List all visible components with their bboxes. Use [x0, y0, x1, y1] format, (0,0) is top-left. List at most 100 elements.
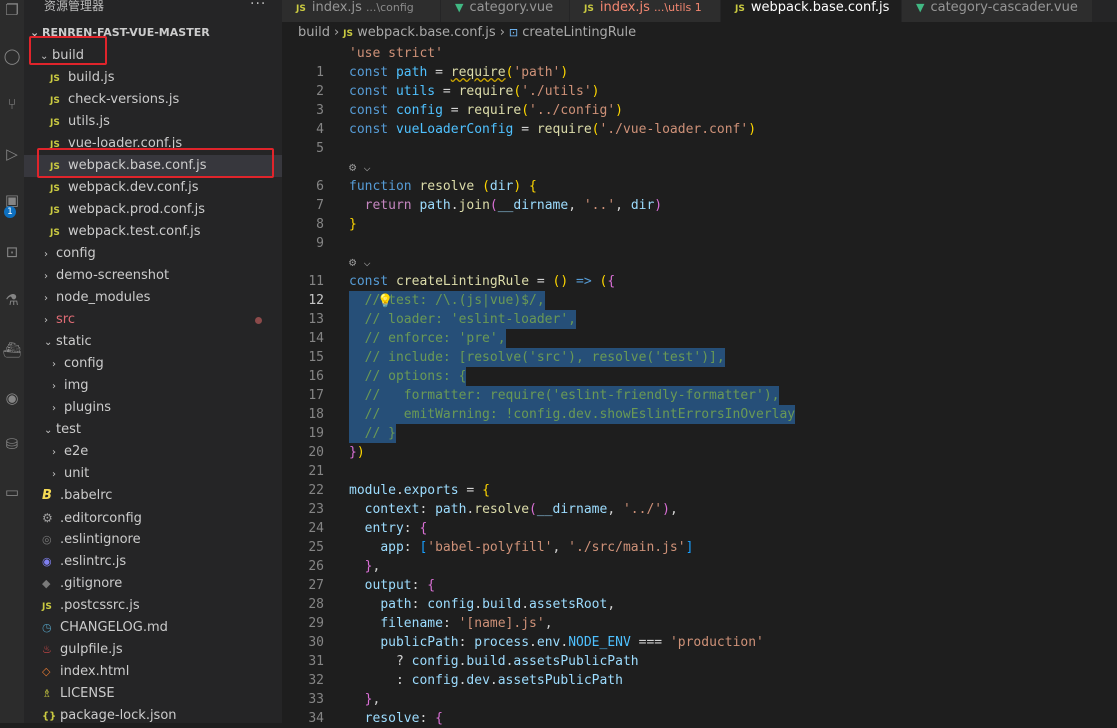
line-number: 17 [308, 388, 324, 403]
breadcrumb-folder[interactable]: build [298, 25, 330, 40]
code-line: 28 path: config.build.assetsRoot, [282, 595, 1117, 614]
code-text-selected: // enforce: 'pre', [349, 329, 506, 348]
code-text: const config = require('../config') [349, 103, 623, 118]
explorer-icon[interactable]: ❐ [2, 0, 22, 20]
tree-folder[interactable]: › e2e [24, 441, 282, 463]
code-line: 21 [282, 462, 1117, 481]
tree-item-label: src [56, 312, 75, 327]
json-icon: {} [42, 711, 57, 722]
line-number: 30 [308, 635, 324, 650]
breadcrumb-file[interactable]: webpack.base.conf.js [357, 25, 496, 40]
code-line: 4 const vueLoaderConfig = require('./vue-… [282, 120, 1117, 139]
tree-file[interactable]: ♨ gulpfile.js [24, 639, 282, 661]
chevron-right-icon: › [44, 271, 48, 282]
testing-icon[interactable]: ⚗ [2, 290, 22, 310]
tree-file[interactable]: JS .postcssrc.js [24, 595, 282, 617]
database-icon[interactable]: ⛁ [2, 434, 22, 454]
tab-index-config[interactable]: JS index.js ...\config [282, 0, 441, 22]
docker-icon[interactable]: ⛴ [2, 340, 22, 360]
tree-file[interactable]: ◷ CHANGELOG.md [24, 617, 282, 639]
tree-folder[interactable]: › unit [24, 463, 282, 485]
tree-file[interactable]: ⚙ .editorconfig [24, 507, 282, 529]
remote-explorer-icon[interactable]: ⊡ [2, 242, 22, 262]
tree-file[interactable]: ◆ .gitignore [24, 573, 282, 595]
code-line: 30 publicPath: process.env.NODE_ENV === … [282, 633, 1117, 652]
line-number: 15 [308, 350, 324, 365]
js-file-icon: JS [584, 4, 594, 14]
tree-file[interactable]: ◉ .eslintrc.js [24, 551, 282, 573]
tab-index-utils[interactable]: JS index.js ...\utils 1 [570, 0, 721, 22]
github-icon[interactable]: ◉ [2, 388, 22, 408]
tree-folder-src[interactable]: › src [24, 309, 282, 331]
code-line: 19 // } [282, 424, 1117, 443]
breadcrumb-symbol[interactable]: createLintingRule [522, 25, 636, 40]
terminal-icon[interactable]: ▭ [2, 482, 22, 502]
tree-item-label: build.js [68, 70, 115, 85]
tree-folder[interactable]: › plugins [24, 397, 282, 419]
vue-file-icon: ▼ [455, 1, 464, 14]
tree-item-label: utils.js [68, 114, 110, 129]
tree-file[interactable]: ◇ index.html [24, 661, 282, 683]
code-line: 22 module.exports = { [282, 481, 1117, 500]
line-number: 1 [316, 65, 324, 80]
line-number: 3 [316, 103, 324, 118]
tree-item-label: check-versions.js [68, 92, 180, 107]
code-text-selected: // formatter: require('eslint-friendly-f… [349, 386, 780, 405]
line-number: 16 [308, 369, 324, 384]
tree-file[interactable]: JS webpack.dev.conf.js [24, 177, 282, 199]
code-line: 33 }, [282, 690, 1117, 709]
search-icon[interactable]: ◯ [2, 46, 22, 66]
code-editor[interactable]: 'use strict' 1 const path = require('path… [282, 44, 1117, 728]
tab-category-cascader[interactable]: ▼ category-cascader.vue [902, 0, 1093, 22]
lightbulb-icon[interactable]: 💡 [377, 292, 393, 311]
tree-folder[interactable]: › config [24, 243, 282, 265]
source-control-icon[interactable]: ⑂ [2, 94, 22, 114]
line-number: 25 [308, 540, 324, 555]
run-debug-icon[interactable]: ▷ [2, 144, 22, 164]
tree-file[interactable]: JS build.js [24, 67, 282, 89]
js-file-icon: JS [50, 206, 60, 216]
code-lens[interactable]: ⚙ ⌵ [282, 158, 1117, 177]
tree-file[interactable]: JS webpack.test.conf.js [24, 221, 282, 243]
tree-file[interactable]: {} package-lock.json [24, 705, 282, 723]
tree-item-label: plugins [64, 400, 111, 415]
symbol-icon: ⊡ [508, 26, 519, 39]
code-text: const utils = require('./utils') [349, 84, 600, 99]
tree-item-label: static [56, 334, 92, 349]
tree-item-label: CHANGELOG.md [60, 620, 168, 635]
tree-item-label: .postcssrc.js [60, 598, 140, 613]
changelog-icon: ◷ [42, 621, 52, 634]
tree-file[interactable]: B .babelrc [24, 485, 282, 507]
tree-file[interactable]: ◎ .eslintignore [24, 529, 282, 551]
tab-category-vue[interactable]: ▼ category.vue [441, 0, 570, 22]
code-lens[interactable]: ⚙ ⌵ [282, 253, 1117, 272]
activity-bar: ❐ ◯ ⑂ ▷ ▣ 1 ⊡ ⚗ ⛴ ◉ ⛁ ▭ [0, 0, 24, 723]
code-line: 6 function resolve (dir) { [282, 177, 1117, 196]
code-line: 32 : config.dev.assetsPublicPath [282, 671, 1117, 690]
tree-folder[interactable]: ⌄ test [24, 419, 282, 441]
js-file-icon: JS [50, 96, 60, 106]
chevron-down-icon: ⌄ [44, 337, 53, 348]
code-text: 'use strict' [349, 46, 443, 61]
js-file-icon: JS [343, 29, 354, 39]
tree-item-label: demo-screenshot [56, 268, 170, 283]
chevron-right-icon: › [499, 25, 505, 40]
tree-folder[interactable]: › img [24, 375, 282, 397]
tree-file[interactable]: ♗ LICENSE [24, 683, 282, 705]
code-line: 14 // enforce: 'pre', [282, 329, 1117, 348]
tree-folder[interactable]: › demo-screenshot [24, 265, 282, 287]
tree-file[interactable]: JS utils.js [24, 111, 282, 133]
code-lens-icon[interactable]: ⚙ ⌵ [349, 253, 371, 272]
tree-file[interactable]: JS check-versions.js [24, 89, 282, 111]
tab-webpack-base-conf[interactable]: JS webpack.base.conf.js [721, 0, 902, 22]
line-number: 11 [308, 274, 324, 289]
tab-label: category-cascader.vue [930, 0, 1078, 15]
tree-folder[interactable]: › config [24, 353, 282, 375]
tree-file[interactable]: JS webpack.prod.conf.js [24, 199, 282, 221]
more-actions-icon[interactable]: ··· [250, 0, 266, 12]
code-lens-icon[interactable]: ⚙ ⌵ [349, 158, 371, 177]
tree-folder[interactable]: › node_modules [24, 287, 282, 309]
line-number: 8 [316, 217, 324, 232]
tree-folder[interactable]: ⌄ static [24, 331, 282, 353]
tree-item-label: gulpfile.js [60, 642, 123, 657]
